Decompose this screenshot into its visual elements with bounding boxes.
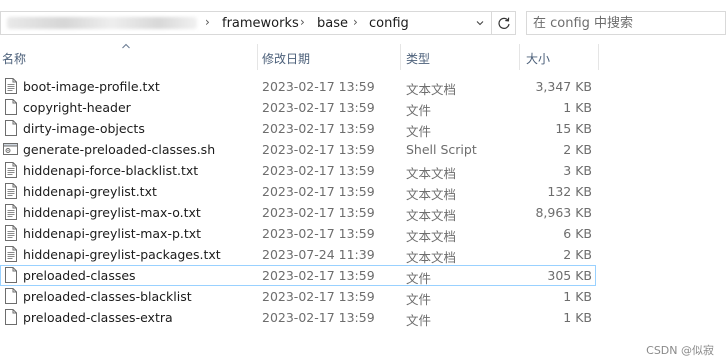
file-date: 2023-02-17 13:59 bbox=[262, 100, 375, 115]
file-type: Shell Script bbox=[406, 142, 477, 157]
breadcrumb-base[interactable]: base bbox=[317, 16, 348, 31]
file-type: 文本文档 bbox=[406, 166, 457, 181]
file-row-selected[interactable]: preloaded-classes 2023-02-17 13:59 文件 30… bbox=[0, 265, 596, 286]
file-size: 8,963 KB bbox=[535, 205, 592, 220]
refresh-icon bbox=[497, 17, 510, 29]
sort-ascending-icon bbox=[122, 43, 130, 49]
file-icon bbox=[5, 288, 17, 304]
chevron-down-icon bbox=[476, 21, 484, 26]
text-file-icon bbox=[5, 204, 17, 220]
file-type: 文本文档 bbox=[406, 208, 457, 223]
file-type: 文本文档 bbox=[406, 82, 457, 97]
file-type: 文件 bbox=[406, 292, 432, 307]
breadcrumb-config[interactable]: config bbox=[369, 16, 409, 31]
file-name: dirty-image-objects bbox=[23, 121, 145, 136]
column-header-name[interactable]: 名称 bbox=[2, 50, 26, 67]
file-type: 文本文档 bbox=[406, 250, 457, 265]
file-name: boot-image-profile.txt bbox=[23, 79, 160, 94]
file-explorer-window: › frameworks › base › config 名称 bbox=[0, 0, 726, 364]
file-name: hiddenapi-greylist-max-o.txt bbox=[23, 205, 201, 220]
file-type: 文件 bbox=[406, 271, 432, 286]
file-type: 文本文档 bbox=[406, 229, 457, 244]
blurred-path-segment bbox=[7, 17, 197, 29]
file-icon bbox=[5, 309, 17, 325]
file-row[interactable]: dirty-image-objects 2023-02-17 13:59 文件 … bbox=[0, 118, 600, 139]
file-size: 3,347 KB bbox=[535, 79, 592, 94]
file-size: 6 KB bbox=[563, 226, 592, 241]
breadcrumb-frameworks[interactable]: frameworks bbox=[222, 16, 299, 31]
column-header-date[interactable]: 修改日期 bbox=[262, 50, 310, 67]
column-divider[interactable] bbox=[257, 44, 258, 70]
file-date: 2023-02-17 13:59 bbox=[262, 226, 375, 241]
column-divider[interactable] bbox=[519, 44, 520, 70]
text-file-icon bbox=[5, 225, 17, 241]
file-row[interactable]: preloaded-classes-blacklist 2023-02-17 1… bbox=[0, 286, 600, 307]
file-name: preloaded-classes-extra bbox=[23, 310, 173, 325]
file-name: preloaded-classes bbox=[23, 268, 136, 283]
file-type: 文件 bbox=[406, 124, 432, 139]
refresh-button[interactable] bbox=[492, 11, 516, 35]
file-row[interactable]: preloaded-classes-extra 2023-02-17 13:59… bbox=[0, 307, 600, 328]
file-date: 2023-02-17 13:59 bbox=[262, 184, 375, 199]
file-type: 文件 bbox=[406, 103, 432, 118]
column-header-type[interactable]: 类型 bbox=[406, 50, 430, 67]
file-date: 2023-02-17 13:59 bbox=[262, 79, 375, 94]
file-date: 2023-02-17 13:59 bbox=[262, 289, 375, 304]
file-name: generate-preloaded-classes.sh bbox=[23, 142, 216, 157]
file-name: preloaded-classes-blacklist bbox=[23, 289, 192, 304]
file-name: hiddenapi-force-blacklist.txt bbox=[23, 163, 199, 178]
file-size: 305 KB bbox=[547, 268, 592, 283]
file-row[interactable]: hiddenapi-greylist-max-p.txt 2023-02-17 … bbox=[0, 223, 600, 244]
file-size: 1 KB bbox=[563, 289, 592, 304]
file-date: 2023-02-17 13:59 bbox=[262, 205, 375, 220]
file-row[interactable]: generate-preloaded-classes.sh 2023-02-17… bbox=[0, 139, 600, 160]
file-type: 文件 bbox=[406, 313, 432, 328]
address-history-dropdown[interactable] bbox=[469, 12, 491, 34]
file-date: 2023-02-17 13:59 bbox=[262, 310, 375, 325]
text-file-icon bbox=[5, 246, 17, 262]
file-size: 132 KB bbox=[547, 184, 592, 199]
file-date: 2023-02-17 13:59 bbox=[262, 163, 375, 178]
file-name: hiddenapi-greylist-packages.txt bbox=[23, 247, 221, 262]
file-date: 2023-02-17 13:59 bbox=[262, 268, 375, 283]
file-name: hiddenapi-greylist.txt bbox=[23, 184, 157, 199]
file-icon bbox=[5, 267, 17, 283]
column-header-row: 名称 修改日期 类型 大小 bbox=[0, 43, 726, 70]
file-row[interactable]: hiddenapi-force-blacklist.txt 2023-02-17… bbox=[0, 160, 600, 181]
file-size: 1 KB bbox=[563, 100, 592, 115]
file-row[interactable]: copyright-header 2023-02-17 13:59 文件 1 K… bbox=[0, 97, 600, 118]
file-date: 2023-07-24 11:39 bbox=[262, 247, 375, 262]
file-row[interactable]: hiddenapi-greylist-packages.txt 2023-07-… bbox=[0, 244, 600, 265]
file-row[interactable]: boot-image-profile.txt 2023-02-17 13:59 … bbox=[0, 76, 600, 97]
search-input[interactable] bbox=[533, 14, 719, 32]
address-bar[interactable]: › frameworks › base › config bbox=[0, 11, 492, 35]
address-bar-row: › frameworks › base › config bbox=[0, 0, 726, 46]
shell-script-icon bbox=[3, 143, 18, 155]
column-divider[interactable] bbox=[400, 44, 401, 70]
column-divider[interactable] bbox=[598, 44, 599, 70]
chevron-right-icon[interactable]: › bbox=[353, 15, 358, 29]
file-size: 15 KB bbox=[555, 121, 592, 136]
file-type: 文本文档 bbox=[406, 187, 457, 202]
file-size: 2 KB bbox=[563, 142, 592, 157]
file-size: 2 KB bbox=[563, 247, 592, 262]
search-box[interactable] bbox=[526, 11, 726, 35]
file-size: 3 KB bbox=[563, 163, 592, 178]
file-date: 2023-02-17 13:59 bbox=[262, 121, 375, 136]
file-size: 1 KB bbox=[563, 310, 592, 325]
text-file-icon bbox=[5, 183, 17, 199]
text-file-icon bbox=[5, 78, 17, 94]
file-icon bbox=[5, 99, 17, 115]
file-row[interactable]: hiddenapi-greylist-max-o.txt 2023-02-17 … bbox=[0, 202, 600, 223]
watermark: CSDN @似寂 bbox=[646, 344, 714, 357]
file-name: hiddenapi-greylist-max-p.txt bbox=[23, 226, 202, 241]
file-date: 2023-02-17 13:59 bbox=[262, 142, 375, 157]
file-row[interactable]: hiddenapi-greylist.txt 2023-02-17 13:59 … bbox=[0, 181, 600, 202]
file-name: copyright-header bbox=[23, 100, 131, 115]
column-header-size[interactable]: 大小 bbox=[526, 50, 550, 67]
file-icon bbox=[5, 120, 17, 136]
chevron-right-icon[interactable]: › bbox=[300, 15, 305, 29]
text-file-icon bbox=[5, 162, 17, 178]
chevron-right-icon[interactable]: › bbox=[205, 15, 210, 29]
